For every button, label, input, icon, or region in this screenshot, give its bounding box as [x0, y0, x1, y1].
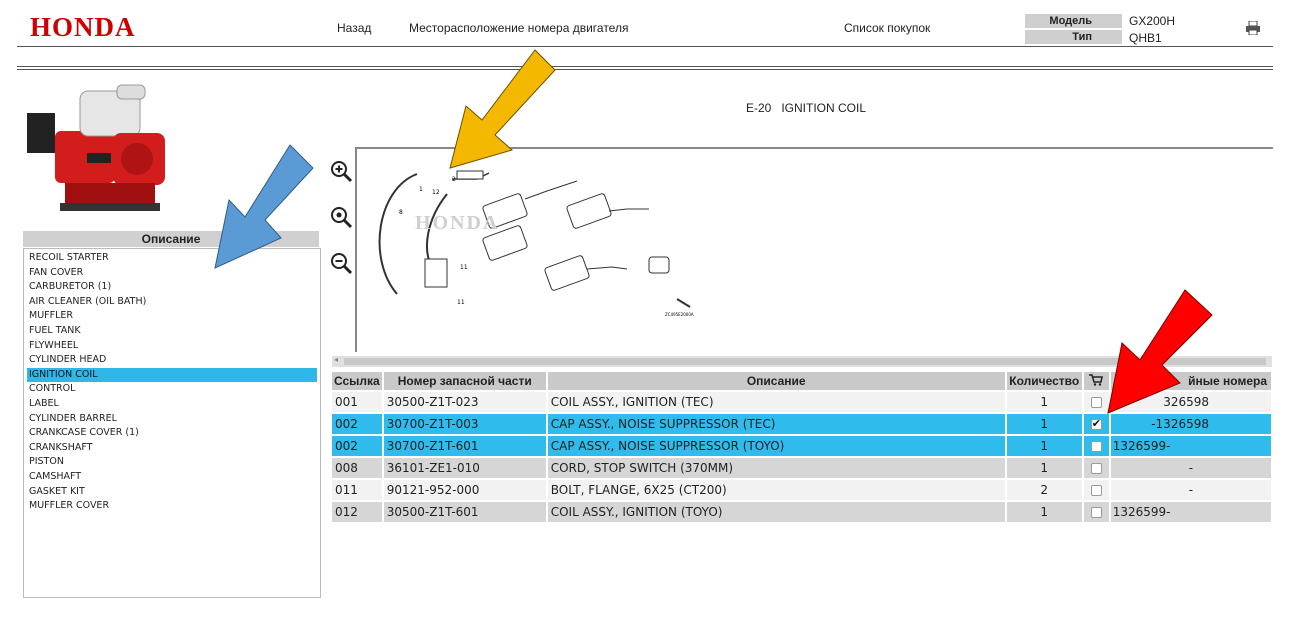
cell-description: CAP ASSY., NOISE SUPPRESSOR (TEC) — [547, 414, 1007, 434]
cell-quantity: 1 — [1006, 392, 1084, 412]
sidebar-item-gasket-kit[interactable]: GASKET KIT — [24, 485, 320, 500]
cart-icon — [1083, 372, 1111, 390]
scroll-left-icon[interactable]: ◂ — [334, 355, 338, 364]
honda-logo[interactable]: HONDA — [30, 12, 136, 43]
header-divider-2 — [17, 66, 1273, 67]
add-to-cart-checkbox[interactable] — [1090, 485, 1102, 496]
cell-quantity: 1 — [1006, 458, 1084, 478]
sidebar-item-fan-cover[interactable]: FAN COVER — [24, 266, 320, 281]
sidebar-item-camshaft[interactable]: CAMSHAFT — [24, 470, 320, 485]
cell-serial: 1326599- — [1110, 502, 1273, 522]
sidebar-item-carburetor[interactable]: CARBURETOR (1) — [24, 280, 320, 295]
cell-description: CAP ASSY., NOISE SUPPRESSOR (TOYO) — [547, 436, 1007, 456]
col-description[interactable]: Описание — [547, 372, 1007, 390]
engine-number-location-link[interactable]: Месторасположение номера двигателя — [409, 21, 628, 35]
add-to-cart-checkbox[interactable] — [1090, 417, 1102, 430]
printer-icon[interactable] — [1245, 20, 1261, 39]
diagram-watermark: HONDA — [415, 212, 499, 234]
svg-text:12: 12 — [432, 189, 440, 196]
col-serial[interactable]: йные номера — [1110, 372, 1273, 390]
sidebar-item-fuel-tank[interactable]: FUEL TANK — [24, 324, 320, 339]
cell-description: COIL ASSY., IGNITION (TOYO) — [547, 502, 1007, 522]
parts-diagram[interactable]: 1 2 12 8 11 11 HONDA ZC495E2000A — [355, 147, 1273, 352]
sidebar-item-ignition-coil[interactable]: IGNITION COIL — [27, 367, 317, 383]
add-to-cart-checkbox[interactable] — [1090, 397, 1102, 408]
sidebar-item-air-cleaner[interactable]: AIR CLEANER (OIL BATH) — [24, 295, 320, 310]
table-row[interactable]: 008 36101-ZE1-010 CORD, STOP SWITCH (370… — [332, 458, 1273, 478]
cell-serial: 326598 — [1110, 392, 1273, 412]
svg-text:2: 2 — [452, 176, 456, 183]
model-value: GX200H — [1129, 14, 1176, 28]
cell-quantity: 1 — [1006, 414, 1084, 434]
add-to-cart-checkbox[interactable] — [1090, 507, 1102, 518]
sidebar-item-cylinder-barrel[interactable]: CYLINDER BARREL — [24, 412, 320, 427]
cell-ref: 002 — [332, 414, 384, 434]
cell-part-number[interactable]: 36101-ZE1-010 — [383, 458, 548, 478]
diagram-title: E-20 IGNITION COIL — [745, 101, 867, 115]
cell-description: COIL ASSY., IGNITION (TEC) — [547, 392, 1007, 412]
sidebar-item-muffler[interactable]: MUFFLER — [24, 309, 320, 324]
model-label: Модель — [1025, 14, 1122, 28]
description-header: Описание — [23, 231, 319, 247]
sidebar-item-control[interactable]: CONTROL — [24, 382, 320, 397]
back-link[interactable]: Назад — [337, 21, 371, 35]
header-divider-3 — [17, 69, 1273, 70]
col-ref[interactable]: Ссылка — [332, 372, 384, 390]
sidebar-item-piston[interactable]: PISTON — [24, 455, 320, 470]
table-header-row: Ссылка Номер запасной части Описание Кол… — [332, 372, 1273, 390]
diagram-code: ZC495E2000A — [665, 312, 694, 317]
zoom-in-icon[interactable] — [330, 160, 354, 184]
cell-ref: 011 — [332, 480, 384, 500]
cell-ref: 001 — [332, 392, 384, 412]
zoom-reset-icon[interactable] — [330, 206, 354, 230]
cell-ref: 008 — [332, 458, 384, 478]
svg-text:8: 8 — [399, 209, 403, 216]
scrollbar-thumb[interactable] — [344, 358, 1266, 365]
header-divider — [17, 46, 1273, 47]
cell-part-number[interactable]: 30700-Z1T-003 — [383, 414, 548, 434]
cell-ref: 012 — [332, 502, 384, 522]
sidebar-item-cylinder-head[interactable]: CYLINDER HEAD — [24, 353, 320, 368]
shopping-list-link[interactable]: Список покупок — [844, 21, 930, 35]
cell-description: CORD, STOP SWITCH (370MM) — [547, 458, 1007, 478]
cell-part-number[interactable]: 30500-Z1T-023 — [383, 392, 548, 412]
svg-text:11: 11 — [460, 264, 468, 271]
sidebar-item-label[interactable]: LABEL — [24, 397, 320, 412]
table-row[interactable]: 002 30700-Z1T-003 CAP ASSY., NOISE SUPPR… — [332, 414, 1273, 434]
col-quantity[interactable]: Количество — [1006, 372, 1084, 390]
cell-quantity: 1 — [1006, 436, 1084, 456]
cell-serial: 1326599- — [1110, 436, 1273, 456]
sidebar-item-crankcase-cover[interactable]: CRANKCASE COVER (1) — [24, 426, 320, 441]
sidebar-item-crankshaft[interactable]: CRANKSHAFT — [24, 441, 320, 456]
svg-text:11: 11 — [457, 299, 465, 306]
cell-part-number[interactable]: 30500-Z1T-601 — [383, 502, 548, 522]
type-value: QHB1 — [1129, 31, 1162, 45]
col-part-number[interactable]: Номер запасной части — [383, 372, 548, 390]
diagram-scrollbar[interactable]: ◂ — [332, 355, 1272, 367]
cell-serial: - — [1110, 458, 1273, 478]
cell-serial: -1326598 — [1110, 414, 1273, 434]
parts-category-list[interactable]: RECOIL STARTER FAN COVER CARBURETOR (1) … — [23, 248, 321, 598]
engine-image — [25, 83, 173, 223]
svg-text:1: 1 — [419, 186, 423, 193]
zoom-out-icon[interactable] — [330, 252, 354, 276]
add-to-cart-checkbox[interactable] — [1090, 441, 1102, 452]
table-row[interactable]: 012 30500-Z1T-601 COIL ASSY., IGNITION (… — [332, 502, 1273, 522]
add-to-cart-checkbox[interactable] — [1090, 463, 1102, 474]
type-label: Тип — [1025, 30, 1122, 44]
cell-part-number[interactable]: 90121-952-000 — [383, 480, 548, 500]
cell-quantity: 1 — [1006, 502, 1084, 522]
cell-part-number[interactable]: 30700-Z1T-601 — [383, 436, 548, 456]
sidebar-item-recoil-starter[interactable]: RECOIL STARTER — [24, 251, 320, 266]
table-row[interactable]: 001 30500-Z1T-023 COIL ASSY., IGNITION (… — [332, 392, 1273, 412]
cell-ref: 002 — [332, 436, 384, 456]
parts-table: Ссылка Номер запасной части Описание Кол… — [332, 370, 1273, 524]
sidebar-item-flywheel[interactable]: FLYWHEEL — [24, 339, 320, 354]
table-row[interactable]: 002 30700-Z1T-601 CAP ASSY., NOISE SUPPR… — [332, 436, 1273, 456]
cell-quantity: 2 — [1006, 480, 1084, 500]
cell-serial: - — [1110, 480, 1273, 500]
table-row[interactable]: 011 90121-952-000 BOLT, FLANGE, 6X25 (CT… — [332, 480, 1273, 500]
cell-description: BOLT, FLANGE, 6X25 (CT200) — [547, 480, 1007, 500]
sidebar-item-muffler-cover[interactable]: MUFFLER COVER — [24, 499, 320, 514]
